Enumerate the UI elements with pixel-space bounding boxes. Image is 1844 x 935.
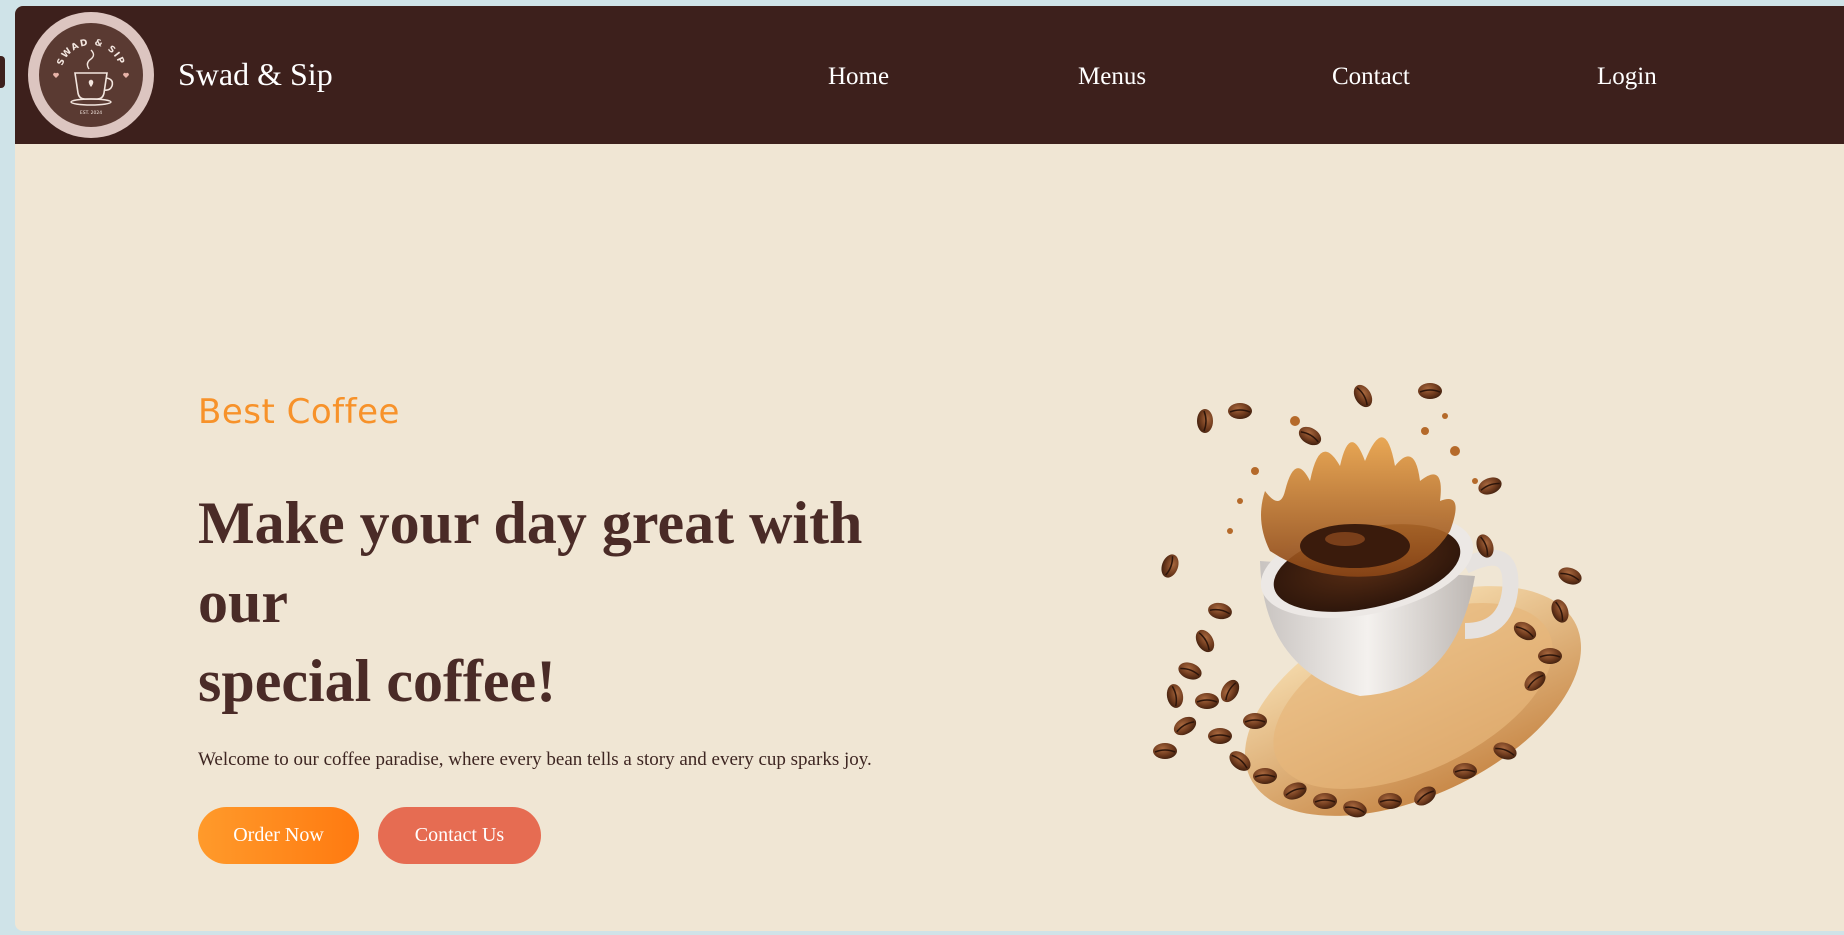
hero-lead-text: Welcome to our coffee paradise, where ev… bbox=[198, 749, 872, 770]
hero-headline-line: our bbox=[198, 569, 288, 635]
brand-name[interactable]: Swad & Sip bbox=[178, 56, 333, 93]
page-frame: SWAD & SIP EST. 2024 Swad & Sip Home Men… bbox=[15, 6, 1844, 931]
hero-headline-line: Make your day great with bbox=[198, 490, 863, 556]
hero-headline: Make your day great with our special cof… bbox=[198, 484, 958, 721]
hero-tagline: Best Coffee bbox=[198, 392, 400, 432]
nav-link-menus[interactable]: Menus bbox=[1078, 63, 1146, 91]
logo[interactable]: SWAD & SIP EST. 2024 bbox=[28, 12, 154, 138]
logo-badge: SWAD & SIP EST. 2024 bbox=[39, 23, 143, 127]
nav-link-contact[interactable]: Contact bbox=[1332, 63, 1410, 91]
svg-text:SWAD & SIP: SWAD & SIP bbox=[56, 38, 127, 67]
order-now-button[interactable]: Order Now bbox=[198, 807, 359, 864]
logo-ring-text: SWAD & SIP bbox=[56, 38, 125, 67]
hero-headline-line: special coffee! bbox=[198, 648, 557, 714]
logo-est-text: EST. 2024 bbox=[80, 110, 102, 116]
contact-us-button[interactable]: Contact Us bbox=[378, 807, 541, 864]
navbar: SWAD & SIP EST. 2024 Swad & Sip Home Men… bbox=[15, 6, 1844, 144]
nav-link-login[interactable]: Login bbox=[1597, 63, 1657, 91]
coffee-cup-icon: SWAD & SIP EST. 2024 bbox=[53, 38, 129, 116]
window-edge-tab bbox=[0, 56, 5, 88]
coffee-cup-splash-illustration bbox=[1152, 380, 1585, 821]
nav-link-home[interactable]: Home bbox=[828, 63, 889, 91]
